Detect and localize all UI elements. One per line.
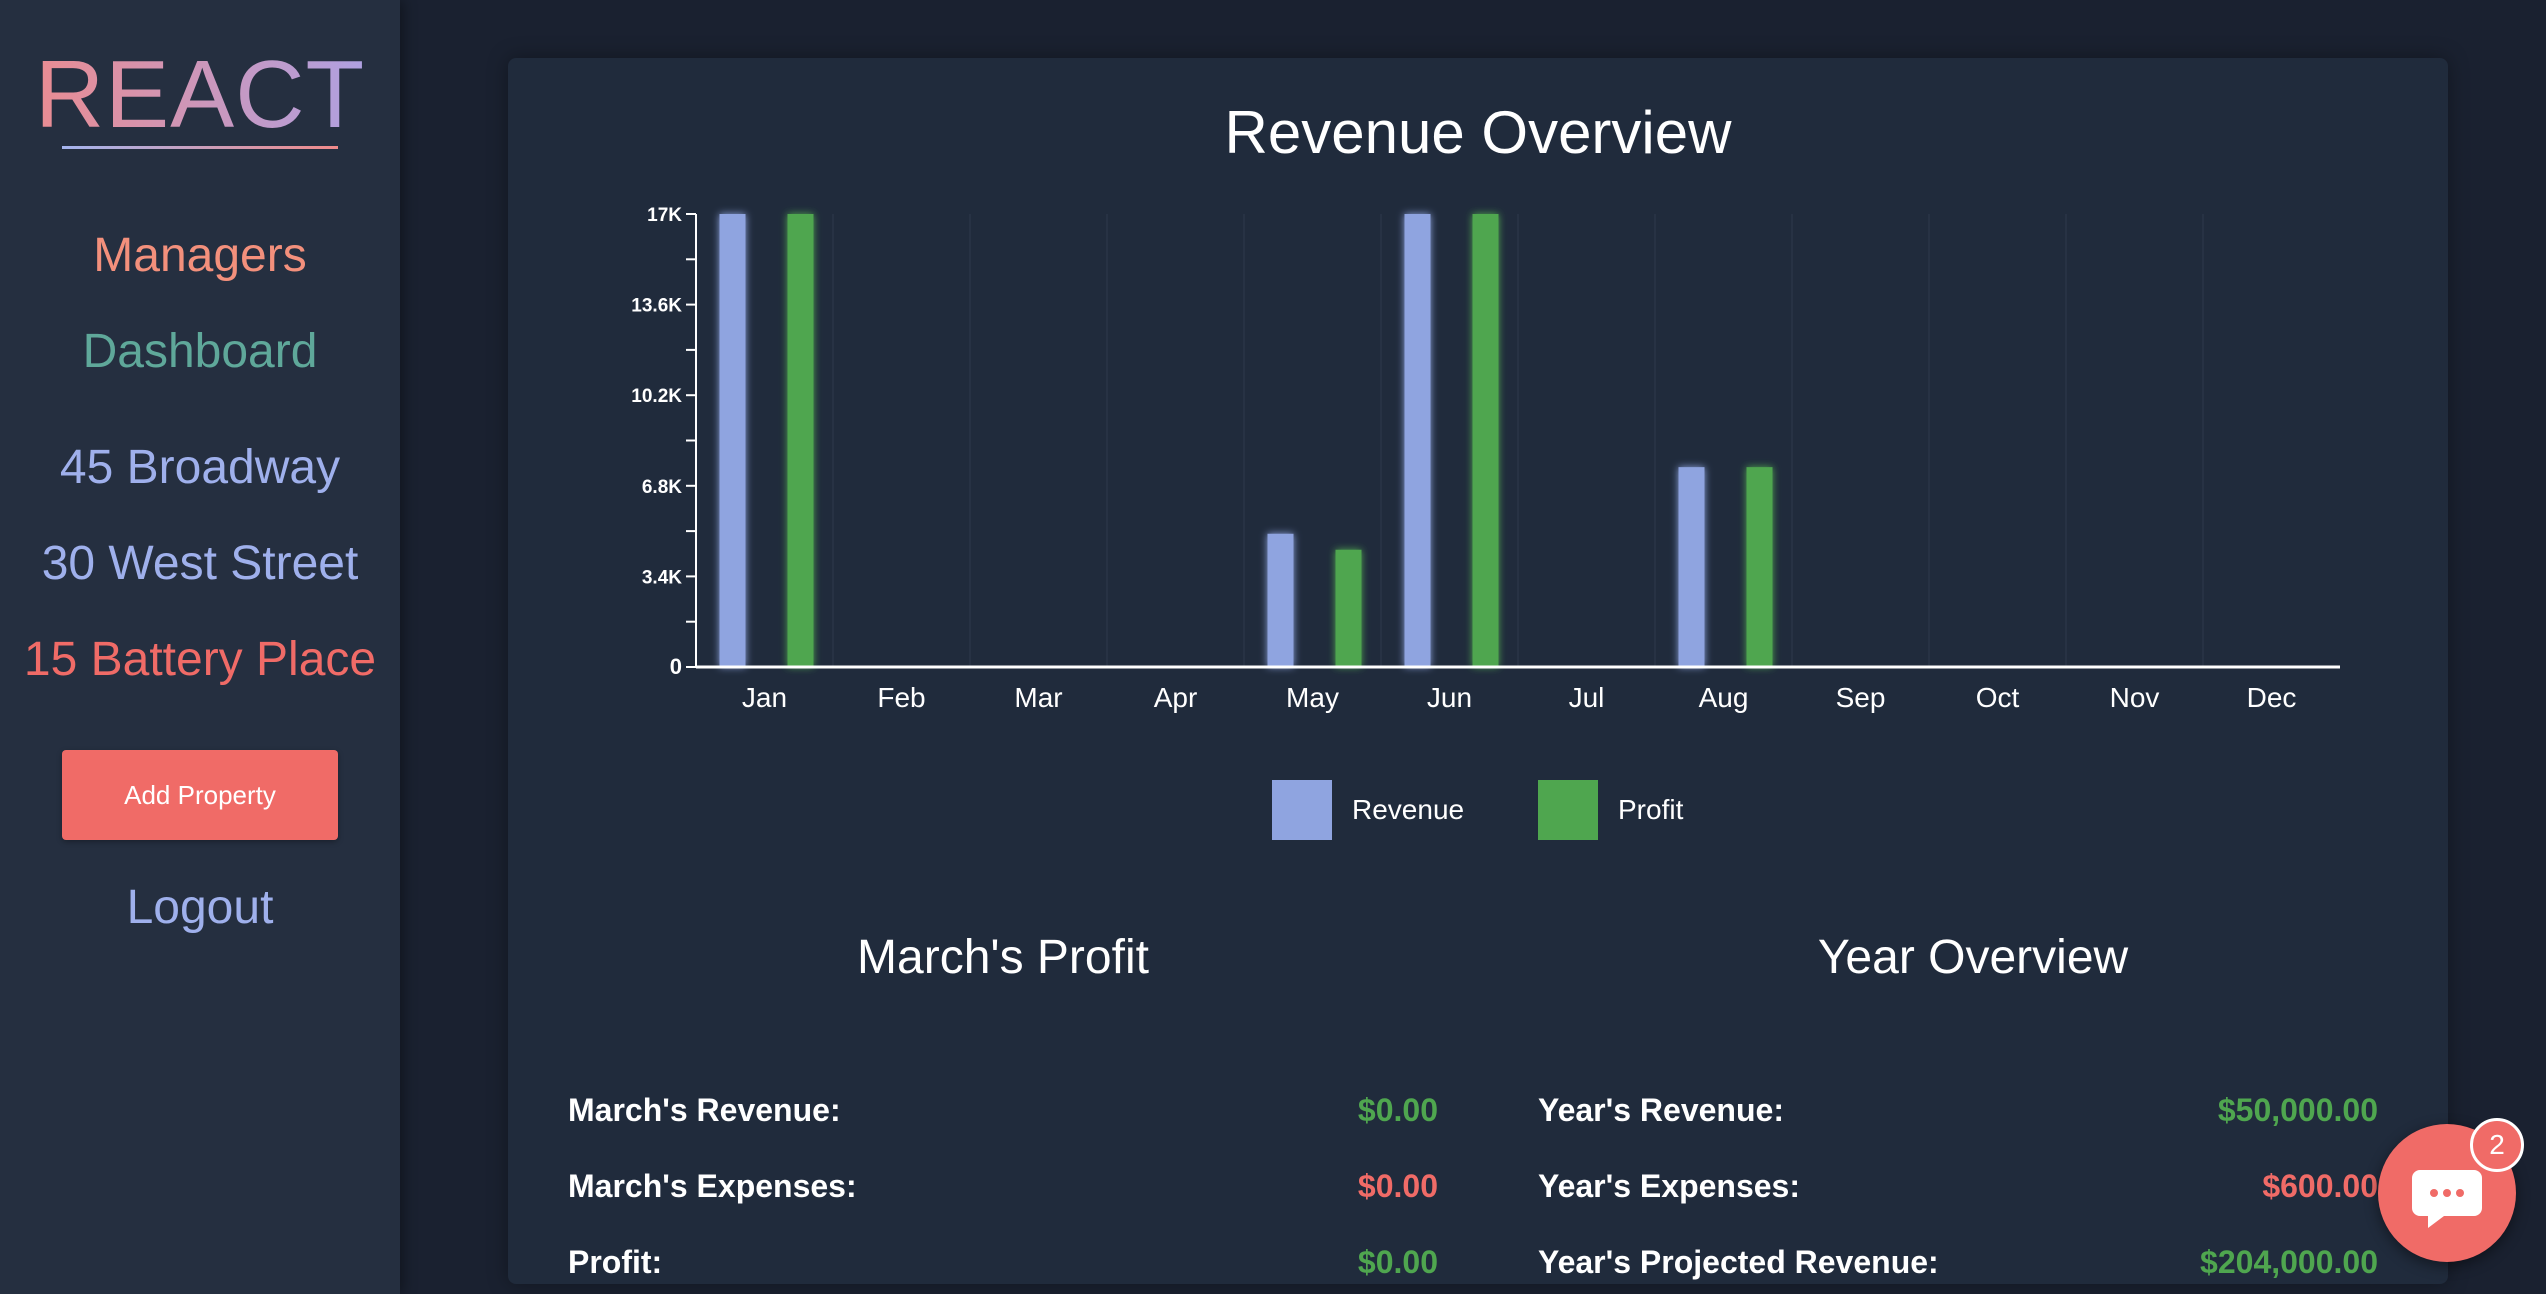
year-expenses-label: Year's Expenses: [1538, 1168, 1800, 1204]
bar-revenue-jan [719, 214, 746, 667]
dashboard-card: Revenue Overview 0 3.4K 6.8K 10.2K 13.6K 17K J… [508, 58, 2448, 1284]
legend-swatch-profit [1538, 780, 1598, 840]
logout-link[interactable]: Logout [0, 880, 400, 935]
legend-swatch-revenue [1272, 780, 1332, 840]
bar-profit-may [1335, 549, 1362, 667]
month-profit-label: Profit: [568, 1244, 663, 1280]
bar-revenue-jun [1404, 214, 1431, 667]
month-summary-title: March's Profit [857, 931, 1149, 984]
bar-revenue-may [1267, 533, 1294, 667]
app-logo[interactable]: REACT [0, 40, 400, 150]
y-tick-label: 10.2K [631, 386, 682, 407]
year-revenue-label: Year's Revenue: [1538, 1092, 1784, 1128]
x-tick-label: Jun [1427, 682, 1472, 713]
y-tick-label: 17K [647, 205, 682, 226]
x-tick-label: Aug [1699, 682, 1749, 713]
bar-profit-jun [1472, 214, 1499, 667]
sidebar: REACT Managers Dashboard 45 Broadway 30 … [0, 0, 400, 1294]
y-tick-label: 13.6K [631, 296, 682, 317]
year-expenses-value: $600.00 [2262, 1168, 2378, 1204]
nav-property-45-broadway[interactable]: 45 Broadway [0, 440, 400, 495]
logo-underline [62, 146, 338, 149]
x-tick-label: Nov [2110, 682, 2160, 713]
y-tick-label: 6.8K [642, 477, 682, 498]
x-tick-label: Jan [742, 682, 787, 713]
add-property-button[interactable]: Add Property [62, 750, 338, 840]
x-tick-label: Sep [1836, 682, 1886, 713]
nav-property-15-battery-place[interactable]: 15 Battery Place [0, 632, 400, 687]
bar-profit-jan [787, 214, 814, 667]
year-projected-value: $204,000.00 [2200, 1244, 2378, 1280]
month-revenue-value: $0.00 [1357, 1092, 1438, 1128]
y-tick-label: 0 [670, 654, 682, 679]
month-expenses-value: $0.00 [1357, 1168, 1438, 1204]
chat-notification-badge: 2 [2470, 1118, 2524, 1172]
x-tick-label: Dec [2247, 682, 2297, 713]
year-projected-label: Year's Projected Revenue: [1538, 1244, 1939, 1280]
nav-dashboard[interactable]: Dashboard [0, 324, 400, 379]
month-expenses-label: March's Expenses: [568, 1168, 857, 1204]
nav-managers[interactable]: Managers [0, 228, 400, 283]
bar-revenue-aug [1678, 467, 1705, 667]
nav-property-30-west-street[interactable]: 30 West Street [0, 536, 400, 591]
bar-profit-aug [1746, 467, 1773, 667]
year-summary-title: Year Overview [1817, 931, 2129, 984]
y-tick-label: 3.4K [642, 567, 682, 588]
legend-label-revenue: Revenue [1352, 794, 1465, 825]
month-profit-value: $0.00 [1357, 1244, 1438, 1280]
legend-label-profit: Profit [1618, 794, 1684, 825]
x-tick-label: May [1286, 682, 1339, 713]
x-tick-label: Oct [1976, 682, 2020, 713]
x-tick-label: Jul [1569, 682, 1605, 713]
month-revenue-label: March's Revenue: [568, 1092, 841, 1128]
revenue-bar-chart: 0 3.4K 6.8K 10.2K 13.6K 17K Jan Feb Mar Apr May Jun… [631, 205, 2340, 713]
x-tick-label: Mar [1014, 682, 1062, 713]
x-tick-label: Feb [877, 682, 925, 713]
x-tick-label: Apr [1154, 682, 1198, 713]
year-revenue-value: $50,000.00 [2217, 1092, 2378, 1128]
